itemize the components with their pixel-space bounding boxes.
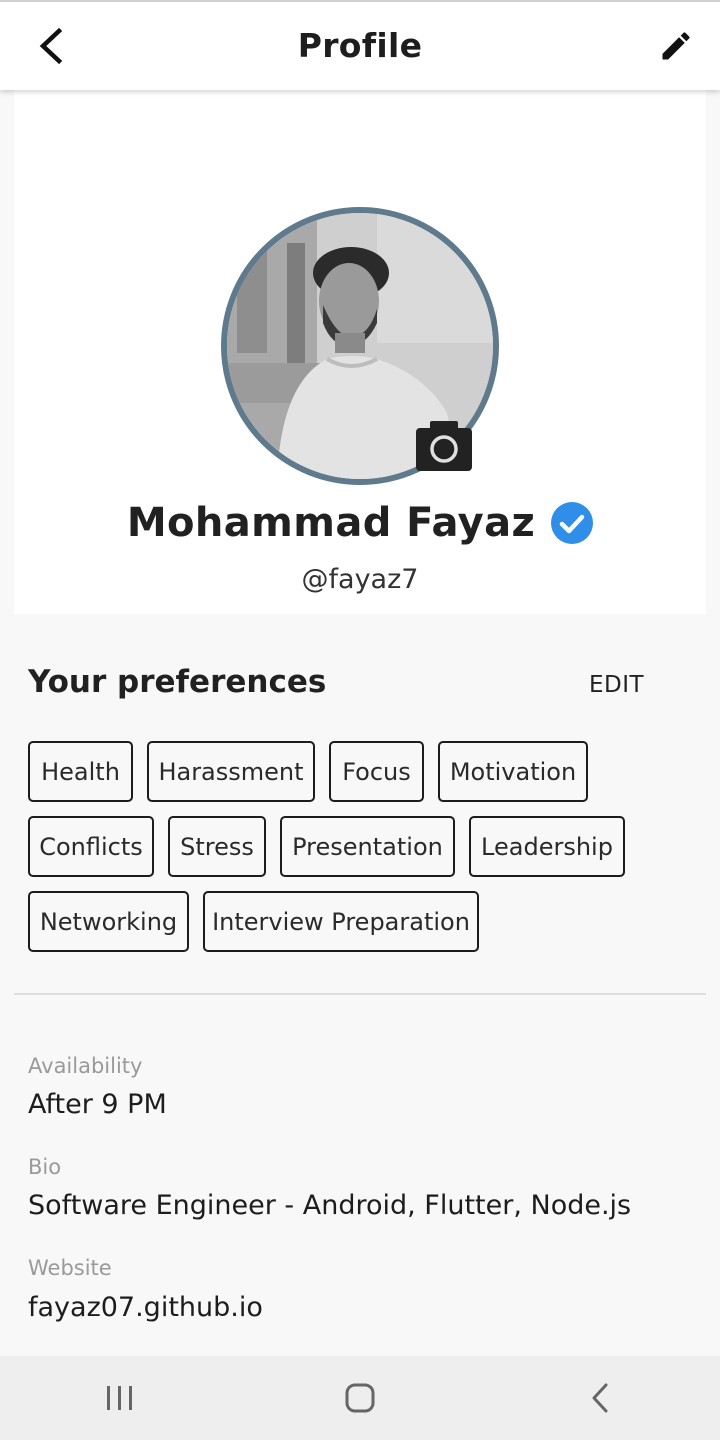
tag-chip-health[interactable]: Health <box>28 741 133 802</box>
tag-chip-leadership[interactable]: Leadership <box>469 816 625 877</box>
tag-chip-interview-preparation[interactable]: Interview Preparation <box>203 891 479 952</box>
profile-handle: @fayaz7 <box>301 564 419 595</box>
avatar-container <box>221 207 499 485</box>
camera-icon[interactable] <box>416 421 472 471</box>
tag-chip-networking[interactable]: Networking <box>28 891 189 952</box>
website-label: Website <box>28 1256 112 1280</box>
tag-chip-motivation[interactable]: Motivation <box>438 741 588 802</box>
tag-chip-conflicts[interactable]: Conflicts <box>28 816 154 877</box>
tag-chip-harassment[interactable]: Harassment <box>147 741 315 802</box>
system-nav-bar <box>0 1356 720 1440</box>
tag-chip-presentation[interactable]: Presentation <box>280 816 455 877</box>
website-value[interactable]: fayaz07.github.io <box>28 1292 263 1323</box>
profile-name: Mohammad Fayaz <box>126 500 536 546</box>
pencil-icon[interactable] <box>652 22 700 70</box>
availability-label: Availability <box>28 1054 143 1078</box>
preferences-edit-button[interactable]: EDIT <box>589 672 644 698</box>
bio-value: Software Engineer - Android, Flutter, No… <box>28 1190 632 1221</box>
name-row: Mohammad Fayaz <box>14 500 706 546</box>
app-bar: Profile <box>0 0 720 90</box>
tag-chip-stress[interactable]: Stress <box>168 816 266 877</box>
tag-chip-focus[interactable]: Focus <box>329 741 424 802</box>
page-title: Profile <box>297 26 423 65</box>
verified-icon <box>551 502 594 544</box>
section-divider <box>14 993 706 995</box>
profile-card: Mohammad Fayaz @fayaz7 <box>14 90 706 614</box>
preferences-title: Your preferences <box>28 664 327 700</box>
bio-label: Bio <box>28 1155 62 1179</box>
nav-back-icon[interactable] <box>560 1368 640 1428</box>
home-icon[interactable] <box>320 1368 400 1428</box>
availability-value: After 9 PM <box>28 1089 167 1120</box>
recents-icon[interactable] <box>80 1368 160 1428</box>
